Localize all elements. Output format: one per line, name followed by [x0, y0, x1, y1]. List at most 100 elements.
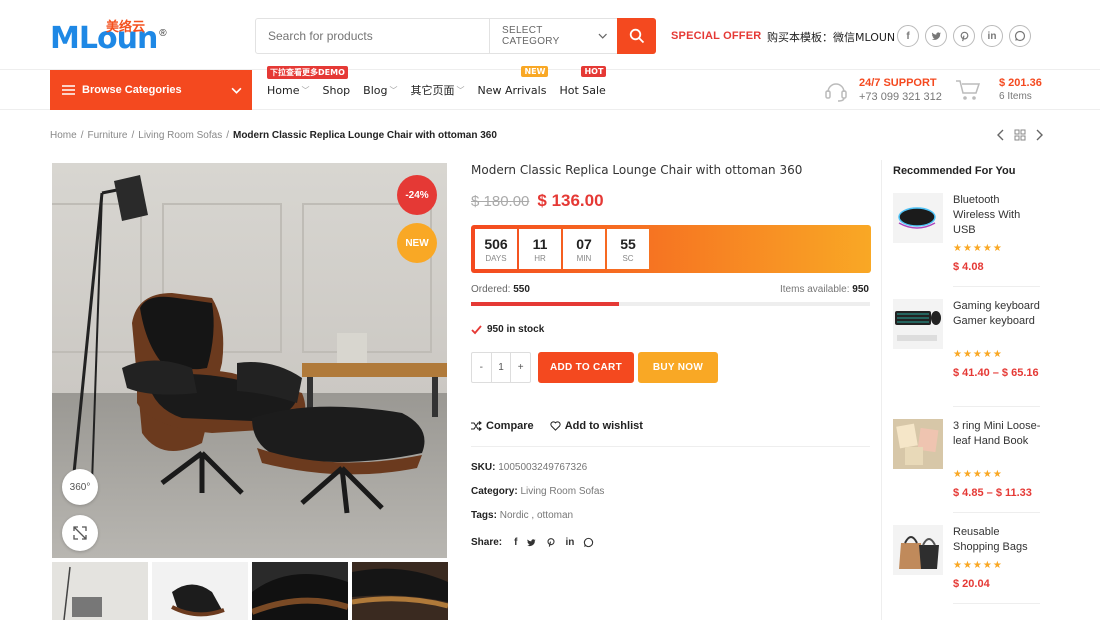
cart-total: $ 201.36 — [999, 77, 1042, 89]
expand-icon — [73, 526, 87, 540]
logo-registered-mark: ® — [159, 28, 167, 39]
sku-label: SKU: — [471, 462, 496, 473]
wishlist-button[interactable]: Add to wishlist — [550, 420, 643, 432]
nav-item-new-arrivals[interactable]: NEW New Arrivals — [477, 65, 549, 97]
quantity-stepper: - 1 + — [471, 352, 531, 383]
stock-text: 950 in stock — [487, 324, 545, 335]
hamburger-icon — [62, 85, 75, 95]
product-thumbnail[interactable] — [893, 419, 943, 469]
recommended-item-name[interactable]: Reusable Shopping Bags — [953, 525, 1043, 555]
nav-item-label: Blog — [363, 83, 388, 97]
pinterest-icon[interactable] — [953, 25, 975, 47]
thumbnail-3[interactable] — [252, 562, 348, 620]
tags-links[interactable]: Nordic , ottoman — [500, 510, 573, 521]
linkedin-icon[interactable]: in — [981, 25, 1003, 47]
whatsapp-icon[interactable] — [583, 537, 594, 548]
quantity-decrease-button[interactable]: - — [472, 362, 491, 373]
browse-categories-button[interactable]: Browse Categories — [50, 70, 252, 110]
breadcrumb-living-room-sofas[interactable]: Living Room Sofas — [138, 130, 222, 141]
breadcrumb-separator: / — [80, 130, 84, 141]
nav-item-label: New Arrivals — [477, 83, 547, 97]
category-select[interactable]: SELECT CATEGORY — [489, 19, 617, 53]
cart-item-count: 6 Items — [999, 91, 1032, 102]
quantity-input[interactable]: 1 — [490, 353, 512, 382]
chevron-down-icon — [598, 33, 607, 39]
product-thumbnail[interactable] — [893, 193, 943, 243]
old-price: $ 180.00 — [471, 193, 530, 210]
recommended-item-name[interactable]: Bluetooth Wireless With USB — [953, 193, 1043, 238]
chevron-left-icon[interactable] — [996, 129, 1006, 141]
nav-item-shop[interactable]: Shop — [322, 84, 350, 97]
nav-item-home[interactable]: 下拉查看更多DEMO Home ﹀ — [267, 65, 348, 97]
search-button[interactable] — [617, 18, 656, 54]
rotate-360-icon: 360° — [69, 481, 91, 493]
sku-value: 1005003249767326 — [498, 462, 588, 473]
shuffle-icon — [471, 421, 482, 431]
fullscreen-button[interactable] — [62, 515, 98, 551]
nav-item-hot-sale[interactable]: HOT Hot Sale — [559, 65, 607, 97]
quantity-increase-button[interactable]: + — [511, 362, 530, 373]
nav-item-blog[interactable]: Blog ﹀ — [363, 84, 397, 97]
product-navigation — [996, 129, 1044, 141]
countdown-value: 11 — [532, 235, 548, 252]
mini-cart[interactable]: $ 201.36 6 Items — [955, 76, 1042, 104]
search-bar: SELECT CATEGORY — [255, 18, 656, 54]
facebook-icon[interactable]: f — [897, 25, 919, 47]
nav-item-label: Home — [267, 83, 300, 97]
heart-icon — [550, 421, 561, 431]
view-360-button[interactable]: 360° — [62, 469, 98, 505]
tags-label: Tags: — [471, 510, 497, 521]
discount-badge: -24% — [397, 175, 437, 215]
demo-badge: 下拉查看更多DEMO — [267, 65, 348, 79]
logo-cn-text: 美络云 — [106, 19, 146, 34]
breadcrumb-furniture[interactable]: Furniture — [87, 130, 127, 141]
chevron-right-icon[interactable] — [1034, 129, 1044, 141]
price-block: $ 180.00 $ 136.00 — [471, 191, 604, 211]
countdown-timer: 506 DAYS 11 HR 07 MIN 55 SC — [471, 225, 871, 273]
breadcrumb-current: Modern Classic Replica Lounge Chair with… — [232, 130, 497, 141]
chevron-down-icon: ﹀ — [456, 85, 465, 95]
product-main-image[interactable]: -24% NEW 360° — [52, 163, 447, 558]
thumbnail-1[interactable] — [52, 562, 148, 620]
add-to-cart-button[interactable]: ADD TO CART — [538, 352, 634, 383]
thumbnail-2[interactable] — [152, 562, 248, 620]
pinterest-icon[interactable] — [546, 537, 556, 548]
browse-categories-label: Browse Categories — [82, 84, 182, 96]
buy-now-button[interactable]: BUY NOW — [638, 352, 718, 383]
cart-icon — [956, 80, 981, 100]
countdown-unit: MIN — [576, 253, 592, 263]
category-link[interactable]: Living Room Sofas — [520, 486, 604, 497]
product-thumbnail[interactable] — [893, 525, 943, 575]
recommended-item-name[interactable]: 3 ring Mini Loose-leaf Hand Book — [953, 419, 1043, 449]
compare-label: Compare — [486, 420, 534, 432]
breadcrumb-home[interactable]: Home — [50, 130, 77, 141]
facebook-icon[interactable]: f — [514, 537, 517, 548]
support-info[interactable]: 24/7 SUPPORT +73 099 321 312 — [823, 76, 942, 104]
product-actions: Compare Add to wishlist — [471, 420, 643, 432]
whatsapp-icon[interactable] — [1009, 25, 1031, 47]
thumbnail-4[interactable] — [352, 562, 448, 620]
ordered-value: 550 — [513, 284, 530, 295]
site-logo[interactable]: MLoun 美络云 ® — [50, 18, 167, 54]
recommended-item-name[interactable]: Gaming keyboard Gamer keyboard — [953, 299, 1043, 329]
top-header: MLoun 美络云 ® SELECT CATEGORY SPECIAL OFFE… — [0, 0, 1100, 70]
search-input[interactable] — [256, 19, 489, 53]
linkedin-icon[interactable]: in — [565, 537, 574, 548]
special-offer-link[interactable]: SPECIAL OFFER — [671, 30, 761, 42]
twitter-icon[interactable] — [925, 25, 947, 47]
buy-template-link[interactable]: 购买本模板：微信MLOUN — [767, 29, 895, 45]
lounge-chair-illustration — [70, 175, 447, 514]
grid-icon[interactable] — [1014, 129, 1026, 141]
hot-badge: HOT — [581, 65, 607, 77]
share-label: Share: — [471, 537, 503, 548]
nav-item-other-pages[interactable]: 其它页面 ﹀ — [410, 82, 464, 98]
product-thumbnail[interactable] — [893, 299, 943, 349]
countdown-seconds: 55 SC — [607, 229, 649, 269]
compare-button[interactable]: Compare — [471, 420, 534, 432]
chevron-down-icon: ﹀ — [301, 85, 310, 95]
breadcrumb: Home / Furniture / Living Room Sofas / Mode… — [50, 130, 497, 141]
twitter-icon[interactable] — [526, 538, 537, 548]
ordered-label: Ordered: — [471, 284, 511, 295]
check-icon — [471, 324, 482, 334]
support-title: 24/7 SUPPORT — [859, 77, 937, 89]
